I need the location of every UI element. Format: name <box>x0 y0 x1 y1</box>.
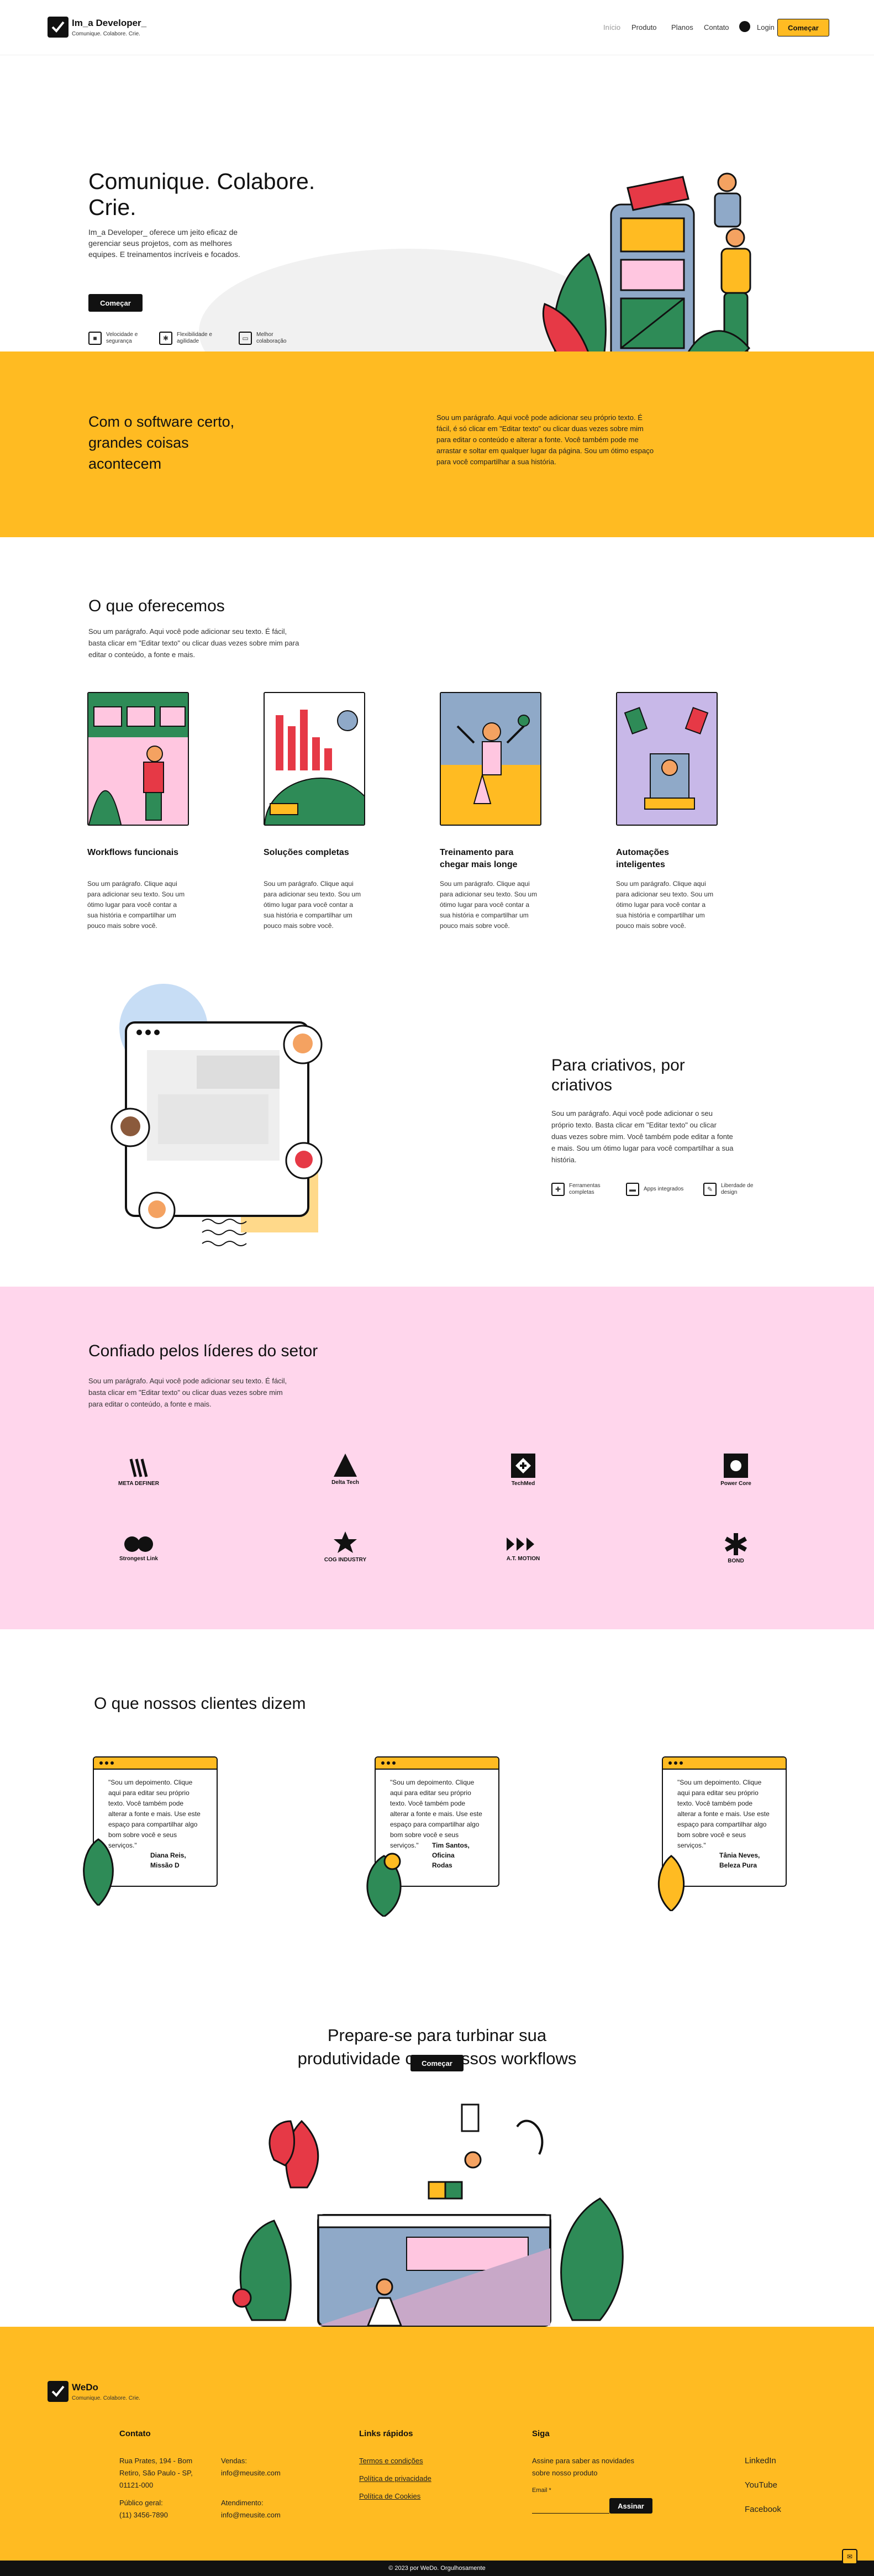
footer-phone[interactable]: (11) 3456-7890 <box>119 2509 168 2521</box>
band-title: Com o software certo, grandes coisas aco… <box>88 413 235 472</box>
social-linkedin[interactable]: LinkedIn <box>745 2455 776 2467</box>
footer-subscribe-button[interactable]: Assinar <box>609 2498 652 2514</box>
logo-at-motion: A.T. MOTION <box>482 1534 565 1562</box>
social-youtube[interactable]: YouTube <box>745 2479 777 2491</box>
nav-produto[interactable]: Produto <box>631 23 657 32</box>
footer-service-label: Atendimento: <box>221 2499 264 2507</box>
logo-meta-definer: META DEFINER <box>97 1457 180 1487</box>
band-text: Sou um parágrafo. Aqui você pode adicion… <box>436 413 654 466</box>
feature-apps: ▬ Apps integrados <box>626 1183 692 1196</box>
trust-text: Sou um parágrafo. Aqui você pode adicion… <box>88 1377 287 1408</box>
card-text-workflows: Sou um parágrafo. Clique aqui para adici… <box>87 880 185 930</box>
footer-email-label: Email * <box>532 2487 551 2494</box>
copyright-text: © 2023 por WeDo. Orgulhosamente <box>388 2565 486 2572</box>
logo-techmed: TechMed <box>482 1452 565 1487</box>
lock-icon: ■ <box>88 332 102 345</box>
footer-link-privacy[interactable]: Política de privacidade <box>359 2473 431 2485</box>
offer-text: Sou um parágrafo. Aqui você pode adicion… <box>88 627 299 659</box>
social-facebook[interactable]: Facebook <box>745 2504 781 2516</box>
brand-tagline: Comunique. Colabore. Crie. <box>72 31 140 37</box>
card-image-automation <box>616 692 718 826</box>
card-image-solutions <box>264 692 365 826</box>
card-text-solutions: Sou um parágrafo. Clique aqui para adici… <box>264 880 361 930</box>
creative-text: Sou um parágrafo. Aqui você pode adicion… <box>551 1109 734 1164</box>
testimonial-author: Tânia Neves, Beleza Pura <box>719 1851 760 1869</box>
trust-title: Confiado pelos líderes do setor <box>88 1342 318 1360</box>
logo-bond: BOND <box>694 1532 777 1564</box>
plant-illustration <box>83 1838 114 1906</box>
testimonial-author: Diana Reis, Missão D <box>150 1851 186 1869</box>
logo-delta-tech: Delta Tech <box>304 1452 387 1486</box>
grid-icon: ✚ <box>551 1183 565 1196</box>
logo-icon[interactable] <box>48 17 69 38</box>
footer-brand: WeDo <box>72 2382 98 2393</box>
chat-icon: ▭ <box>239 332 252 345</box>
workflow-illustration <box>232 2103 624 2327</box>
card-title-training: Treinamento para chegar mais longe <box>440 848 518 869</box>
offer-title: O que oferecemos <box>88 597 225 615</box>
feature-design: ✎ Liberdade de design <box>703 1183 770 1196</box>
hero-start-button[interactable]: Começar <box>88 294 143 312</box>
card-title-automation: Automações inteligentes <box>616 848 670 869</box>
creative-title: Para criativos, por criativos <box>551 1056 685 1094</box>
footer-contact-title: Contato <box>119 2429 151 2438</box>
nav-planos[interactable]: Planos <box>671 23 693 32</box>
hero-section: Comunique. Colabore. Crie. Im_a Develope… <box>0 55 874 382</box>
footer-address: Rua Prates, 194 - Bom Retiro, São Paulo … <box>119 2457 193 2489</box>
feature-flexibility: ✱ Flexibilidade e agilidade <box>159 332 220 345</box>
card-title-solutions: Soluções completas <box>264 848 349 857</box>
feature-collaboration: ▭ Melhor colaboração <box>239 332 299 345</box>
card-text-automation: Sou um parágrafo. Clique aqui para adici… <box>616 880 714 930</box>
window-icon: ▬ <box>626 1183 639 1196</box>
footer-follow-title: Siga <box>532 2429 550 2438</box>
testimonial-author: Tim Santos, Oficina Rodas <box>432 1842 470 1869</box>
feature-tools: ✚ Ferramentas completas <box>551 1183 618 1196</box>
offer-section: O que oferecemos Sou um parágrafo. Aqui … <box>0 537 874 1005</box>
plant-illustration <box>366 1853 402 1917</box>
footer-links-title: Links rápidos <box>359 2429 413 2438</box>
nav-contato[interactable]: Contato <box>704 23 729 32</box>
footer-link-cookies[interactable]: Política de Cookies <box>359 2490 420 2502</box>
footer-service-email[interactable]: info@meusite.com <box>221 2509 281 2521</box>
cta-start-button[interactable]: Começar <box>410 2055 464 2071</box>
footer-sales-label: Vendas: <box>221 2457 247 2465</box>
hero-title: Comunique. Colabore. Crie. <box>88 169 315 220</box>
trust-section: Confiado pelos líderes do setor Sou um p… <box>0 1287 874 1629</box>
pen-icon: ✎ <box>703 1183 717 1196</box>
logo-power-core: Power Core <box>694 1452 777 1487</box>
footer-public-label: Público geral: <box>119 2499 163 2507</box>
site-header: Im_a Developer_ Comunique. Colabore. Cri… <box>0 0 874 55</box>
testimonial-quote: "Sou um depoimento. Clique aqui para edi… <box>677 1778 770 1849</box>
gear-icon: ✱ <box>159 332 172 345</box>
header-cta-button[interactable]: Começar <box>777 19 829 36</box>
nav-inicio[interactable]: Início <box>603 23 620 32</box>
card-image-workflows <box>87 692 189 826</box>
user-icon[interactable] <box>739 21 750 32</box>
copyright-bar: © 2023 por WeDo. Orgulhosamente <box>0 2561 874 2576</box>
testimonial-quote: "Sou um depoimento. Clique aqui para edi… <box>390 1778 482 1849</box>
hero-text: Im_a Developer_ oferece um jeito eficaz … <box>88 228 240 259</box>
software-band: Com o software certo, grandes coisas aco… <box>0 351 874 537</box>
login-link[interactable]: Login <box>757 23 775 32</box>
card-image-training <box>440 692 541 826</box>
brand-name[interactable]: Im_a Developer_ <box>72 18 146 29</box>
card-text-training: Sou um parágrafo. Clique aqui para adici… <box>440 880 538 930</box>
feature-security: ■ Velocidade e segurança <box>88 332 149 345</box>
testimonials-title: O que nossos clientes dizem <box>94 1694 306 1713</box>
footer-follow-text: Assine para saber as novidades sobre nos… <box>532 2457 635 2477</box>
logo-strongest-link: Strongest Link <box>97 1534 180 1562</box>
footer-logo-icon <box>48 2381 69 2402</box>
logo-cog-industry: COG INDUSTRY <box>304 1530 387 1563</box>
plant-illustration <box>658 1855 685 1911</box>
footer-link-terms[interactable]: Termos e condições <box>359 2455 423 2467</box>
chat-widget-icon[interactable]: ✉ <box>842 2549 857 2564</box>
testimonials-section: O que nossos clientes dizem "Sou um depo… <box>0 1629 874 2327</box>
footer-tagline: Comunique. Colabore. Crie. <box>72 2395 140 2401</box>
site-footer: WeDo Comunique. Colabore. Crie. Contato … <box>0 2327 874 2561</box>
footer-sales-email[interactable]: info@meusite.com <box>221 2467 281 2479</box>
footer-email-input[interactable] <box>532 2498 609 2514</box>
creative-illustration-wrap <box>108 978 335 1266</box>
card-title-workflows: Workflows funcionais <box>87 848 179 857</box>
